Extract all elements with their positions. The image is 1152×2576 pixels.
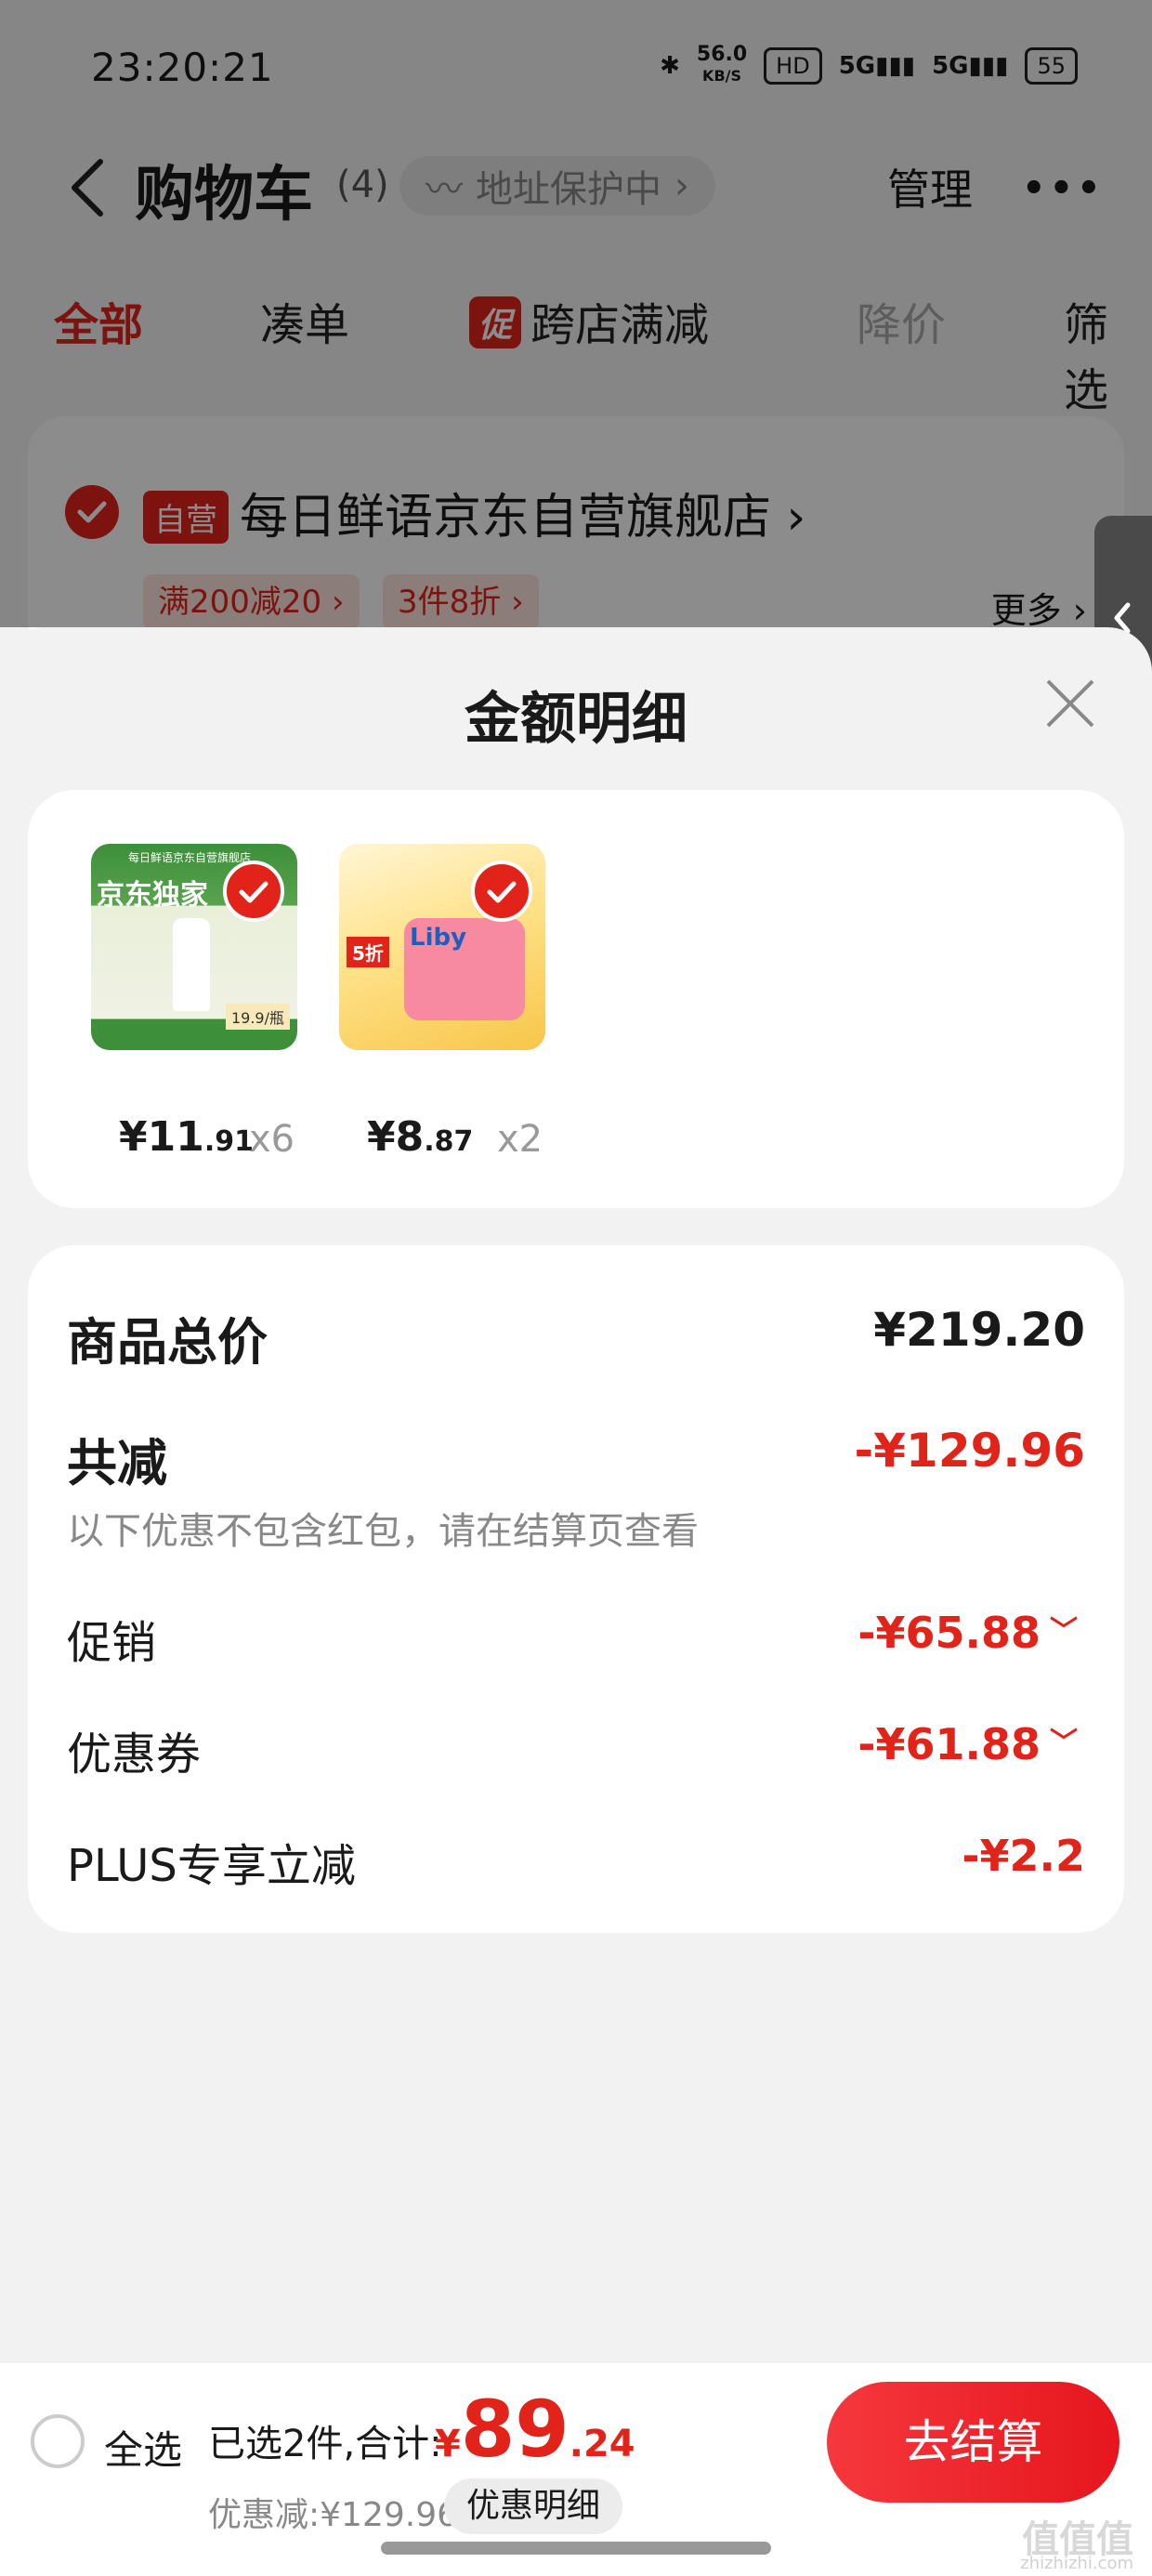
- watermark-url: zhizhizhi.com: [1020, 2554, 1133, 2573]
- product-checkbox[interactable]: [471, 861, 532, 922]
- total-price-label: 商品总价: [67, 1313, 268, 1372]
- coupon-value[interactable]: -¥61.88 ﹀: [857, 1719, 1078, 1769]
- promotion-label: 促销: [67, 1617, 157, 1669]
- discount-summary: 优惠减:¥129.96: [208, 2496, 458, 2534]
- thumb-brand: Liby: [410, 924, 467, 952]
- product-thumbnail-liby: Liby 5折: [339, 844, 545, 1050]
- select-all-label[interactable]: 全选: [104, 2419, 182, 2476]
- discount-detail-button[interactable]: 优惠明细: [444, 2478, 623, 2534]
- chevron-down-icon: ﹀: [1050, 1615, 1078, 1648]
- amount-detail-sheet: 金额明细 京东独家 每日鲜语京东自营旗舰店 19.9/瓶 ¥11.91 x6 L…: [0, 627, 1152, 2576]
- modal-overlay[interactable]: [0, 0, 1152, 627]
- thumb-sub: 每日鲜语京东自营旗舰店: [128, 851, 252, 864]
- total-reduction-label: 共减: [67, 1434, 167, 1492]
- product-quantity: x2: [497, 1118, 543, 1161]
- plus-discount-label: PLUS专享立减: [67, 1840, 356, 1892]
- coupon-label: 优惠券: [67, 1728, 202, 1781]
- products-card: 京东独家 每日鲜语京东自营旗舰店 19.9/瓶 ¥11.91 x6 Liby 5…: [28, 790, 1124, 1208]
- product-item[interactable]: Liby 5折 ¥8.87 x2: [339, 844, 545, 1161]
- product-quantity: x6: [249, 1118, 295, 1161]
- select-all-checkbox[interactable]: [31, 2414, 85, 2468]
- thumb-tag: 19.9/瓶: [225, 1004, 290, 1030]
- product-price: ¥8.87: [367, 1113, 474, 1161]
- checkmark-icon: [239, 881, 268, 903]
- selected-count-text: 已选2件,合计:: [208, 2423, 442, 2465]
- promotion-value[interactable]: -¥65.88 ﹀: [857, 1608, 1078, 1658]
- reduction-note: 以下优惠不包含红包，请在结算页查看: [67, 1510, 699, 1553]
- checkmark-icon: [487, 881, 517, 903]
- plus-discount-value: -¥2.2: [962, 1831, 1085, 1881]
- chevron-down-icon: ﹀: [1050, 1727, 1078, 1759]
- total-amount: ¥89.24: [435, 2384, 635, 2475]
- close-icon[interactable]: [1041, 674, 1100, 733]
- home-indicator[interactable]: [381, 2542, 771, 2555]
- price-summary-card: 商品总价 ¥219.20 共减 -¥129.96 以下优惠不包含红包，请在结算页…: [28, 1245, 1124, 1933]
- sheet-title: 金额明细: [465, 687, 687, 752]
- product-price: ¥11.91: [119, 1113, 255, 1161]
- product-item[interactable]: 京东独家 每日鲜语京东自营旗舰店 19.9/瓶 ¥11.91 x6: [91, 844, 297, 1161]
- checkout-button[interactable]: 去结算: [827, 2382, 1119, 2503]
- milk-bottle-shape: [173, 918, 210, 1011]
- product-checkbox[interactable]: [223, 861, 284, 922]
- product-thumbnail-milk: 京东独家 每日鲜语京东自营旗舰店 19.9/瓶: [91, 844, 297, 1050]
- thumb-headline: 京东独家: [97, 879, 208, 912]
- thumb-discount: 5折: [347, 937, 389, 967]
- total-price-value: ¥219.20: [873, 1303, 1085, 1357]
- total-reduction-value: -¥129.96: [854, 1424, 1086, 1478]
